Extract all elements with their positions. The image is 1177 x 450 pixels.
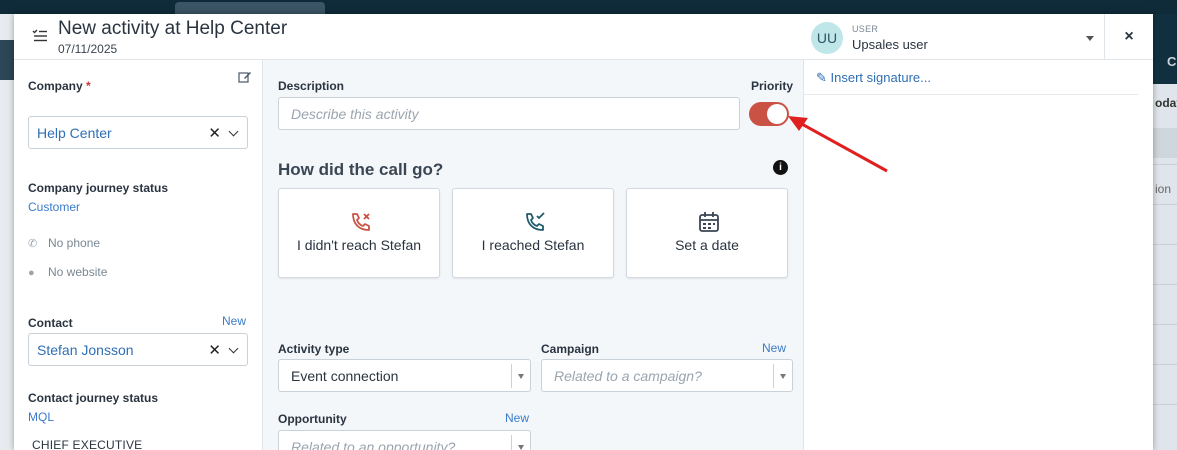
description-input[interactable]: Describe this activity <box>278 97 740 130</box>
company-label: Company * <box>28 79 91 93</box>
outcome-label: Set a date <box>675 237 739 253</box>
user-caret-icon[interactable] <box>1086 36 1094 41</box>
opportunity-label: Opportunity <box>278 412 347 426</box>
contact-journey-label: Contact journey status <box>28 391 159 405</box>
background-today-text: oday <box>1155 96 1177 110</box>
pencil-icon: ✎ <box>816 70 827 85</box>
activity-type-value: Event connection <box>291 368 399 384</box>
notes-divider <box>804 94 1138 95</box>
phone-icon: ✆ <box>28 238 38 250</box>
modal-date: 07/11/2025 <box>58 42 118 56</box>
description-label: Description <box>278 79 345 93</box>
modal-header: New activity at Help Center 07/11/2025 U… <box>14 14 1153 60</box>
background-right-edge: C oday ion <box>1153 14 1177 450</box>
globe-icon: ● <box>28 267 35 279</box>
company-journey-value[interactable]: Customer <box>28 200 80 214</box>
background-right-header: C <box>1167 54 1177 69</box>
phone-text: No phone <box>48 236 101 250</box>
phone-row: ✆ No phone <box>28 236 100 250</box>
company-journey-label: Company journey status <box>28 181 169 195</box>
clear-contact-icon[interactable]: ✕ <box>208 341 221 359</box>
website-row: ● No website <box>28 265 107 279</box>
priority-label: Priority <box>751 79 794 93</box>
calendar-icon <box>699 212 719 232</box>
contact-value[interactable]: Stefan Jonsson <box>37 342 134 358</box>
insert-signature-link[interactable]: ✎ Insert signature... <box>816 70 931 86</box>
dropdown-arrow-icon[interactable] <box>518 374 524 379</box>
activity-list-icon <box>32 29 47 42</box>
modal-title: New activity at Help Center <box>58 18 288 39</box>
insert-signature-text: Insert signature... <box>830 70 931 85</box>
edit-icon[interactable] <box>238 70 252 84</box>
header-divider <box>1104 14 1105 60</box>
opportunity-select[interactable]: Related to an opportunity? <box>278 430 531 450</box>
contact-select[interactable]: Stefan Jonsson ✕ <box>28 333 248 366</box>
campaign-select[interactable]: Related to a campaign? <box>541 359 793 392</box>
contact-journey-value[interactable]: MQL <box>28 410 54 424</box>
website-text: No website <box>48 265 108 279</box>
chevron-down-icon[interactable] <box>228 343 239 354</box>
new-activity-modal: New activity at Help Center 07/11/2025 U… <box>14 14 1153 450</box>
outcome-label: I didn't reach Stefan <box>296 237 422 253</box>
outcome-reached-button[interactable]: I reached Stefan <box>452 188 614 278</box>
activity-type-select[interactable]: Event connection <box>278 359 531 392</box>
clear-company-icon[interactable]: ✕ <box>208 124 221 142</box>
dropdown-arrow-icon[interactable] <box>780 374 786 379</box>
required-mark: * <box>86 79 91 93</box>
left-sidebar: Company * Help Center ✕ Company journey … <box>14 60 263 450</box>
user-label: USER <box>852 24 879 34</box>
phone-missed-icon <box>352 213 370 231</box>
dropdown-arrow-icon[interactable] <box>518 445 524 450</box>
new-campaign-link[interactable]: New <box>762 341 786 355</box>
contact-label: Contact <box>28 316 73 330</box>
background-ion-text: ion <box>1155 182 1172 196</box>
campaign-label: Campaign <box>541 342 600 356</box>
company-select[interactable]: Help Center ✕ <box>28 116 248 149</box>
phone-check-icon <box>526 212 545 231</box>
new-opportunity-link[interactable]: New <box>505 411 529 425</box>
user-select[interactable]: Upsales user <box>852 37 928 52</box>
contact-title: CHIEF EXECUTIVE <box>32 438 143 450</box>
call-outcome-question: How did the call go? <box>278 160 444 179</box>
outcome-label: I reached Stefan <box>481 237 585 253</box>
campaign-placeholder: Related to a campaign? <box>554 368 702 384</box>
close-button[interactable]: × <box>1114 25 1144 49</box>
annotation-arrow-icon <box>788 116 888 173</box>
new-contact-link[interactable]: New <box>222 314 246 328</box>
user-avatar[interactable]: UU <box>811 22 843 54</box>
company-value[interactable]: Help Center <box>37 125 112 141</box>
outcome-not-reached-button[interactable]: I didn't reach Stefan <box>278 188 440 278</box>
chevron-down-icon[interactable] <box>228 126 239 137</box>
outcome-set-date-button[interactable]: Set a date <box>626 188 788 278</box>
opportunity-placeholder: Related to an opportunity? <box>291 439 456 450</box>
activity-type-label: Activity type <box>278 342 350 356</box>
activity-form: Description Priority Describe this activ… <box>263 60 804 450</box>
background-left-edge <box>0 14 14 450</box>
